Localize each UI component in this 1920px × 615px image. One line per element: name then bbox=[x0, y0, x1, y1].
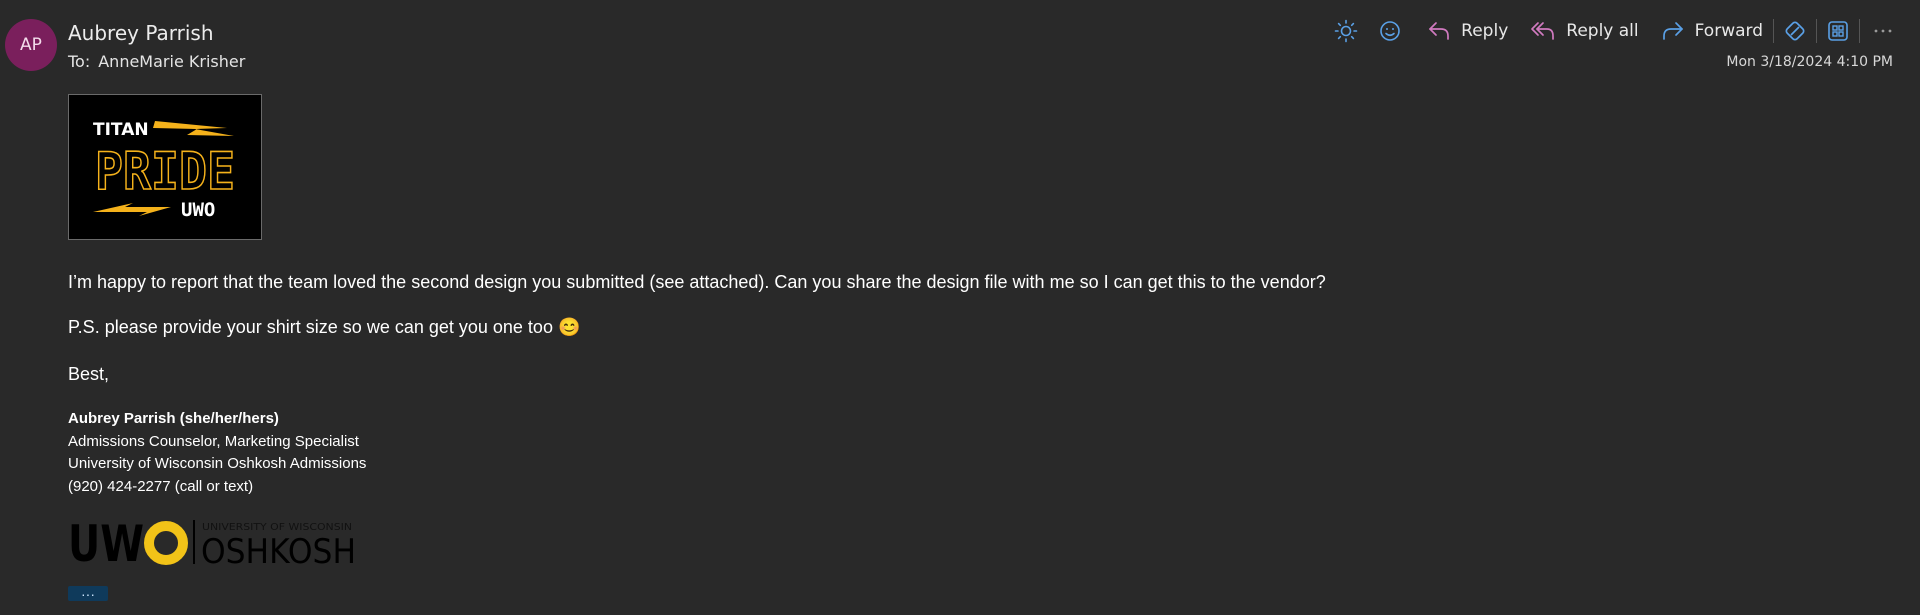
signature-org: University of Wisconsin Oshkosh Admissio… bbox=[68, 455, 367, 472]
bolt-icon bbox=[93, 203, 171, 216]
logo-big-text: OSHKOSH bbox=[201, 532, 356, 566]
loop-icon[interactable] bbox=[1780, 16, 1810, 46]
message-toolbar: Reply Reply all Forward bbox=[1317, 16, 1898, 46]
forward-icon bbox=[1662, 22, 1683, 40]
to-label: To: bbox=[68, 52, 91, 71]
apps-icon[interactable] bbox=[1823, 16, 1853, 46]
reply-all-button[interactable]: Reply all bbox=[1530, 20, 1639, 42]
signature-phone: (920) 424-2277 (call or text) bbox=[68, 477, 254, 495]
titan-pride-image[interactable]: TITAN PRIDE UWO bbox=[68, 94, 262, 240]
body-paragraph: P.S. please provide your shirt size so w… bbox=[68, 317, 581, 337]
image-top-text: TITAN bbox=[93, 120, 149, 140]
image-bottom-text: UWO bbox=[181, 199, 215, 221]
reply-label: Reply bbox=[1461, 21, 1509, 41]
recipient-name[interactable]: AnneMarie Krisher bbox=[98, 52, 245, 71]
logo-mark: UW bbox=[68, 518, 144, 566]
toolbar-divider bbox=[1859, 19, 1860, 43]
toolbar-divider bbox=[1816, 19, 1817, 43]
bolt-icon bbox=[153, 121, 234, 136]
reply-icon bbox=[1429, 22, 1450, 40]
show-more-button[interactable]: ··· bbox=[68, 586, 108, 601]
forward-label: Forward bbox=[1694, 21, 1763, 41]
sun-icon[interactable] bbox=[1331, 16, 1361, 46]
reply-all-label: Reply all bbox=[1566, 21, 1639, 41]
signature-title: Admissions Counselor, Marketing Speciali… bbox=[68, 432, 359, 450]
body-closing: Best, bbox=[68, 364, 110, 384]
message-timestamp: Mon 3/18/2024 4:10 PM bbox=[1726, 54, 1893, 70]
toolbar-divider bbox=[1773, 19, 1774, 43]
reply-all-icon bbox=[1531, 22, 1555, 40]
emoji-icon[interactable] bbox=[1375, 16, 1405, 46]
more-icon[interactable] bbox=[1868, 16, 1898, 46]
image-main-text: PRIDE bbox=[95, 142, 235, 202]
recipient-line: To: AnneMarie Krisher bbox=[68, 52, 245, 71]
avatar[interactable]: AP bbox=[5, 19, 57, 71]
sender-name[interactable]: Aubrey Parrish bbox=[68, 21, 214, 45]
uwo-oshkosh-logo: UW UNIVERSITY OF WISCONSIN OSHKOSH bbox=[68, 515, 358, 573]
body-paragraph: I’m happy to report that the team loved … bbox=[68, 272, 1326, 292]
reply-button[interactable]: Reply bbox=[1427, 20, 1508, 42]
signature-block: Aubrey Parrish (she/her/hers) Admissions… bbox=[68, 408, 366, 498]
logo-o bbox=[144, 521, 188, 565]
signature-name: Aubrey Parrish (she/her/hers) bbox=[68, 410, 279, 427]
forward-button[interactable]: Forward bbox=[1661, 20, 1763, 42]
